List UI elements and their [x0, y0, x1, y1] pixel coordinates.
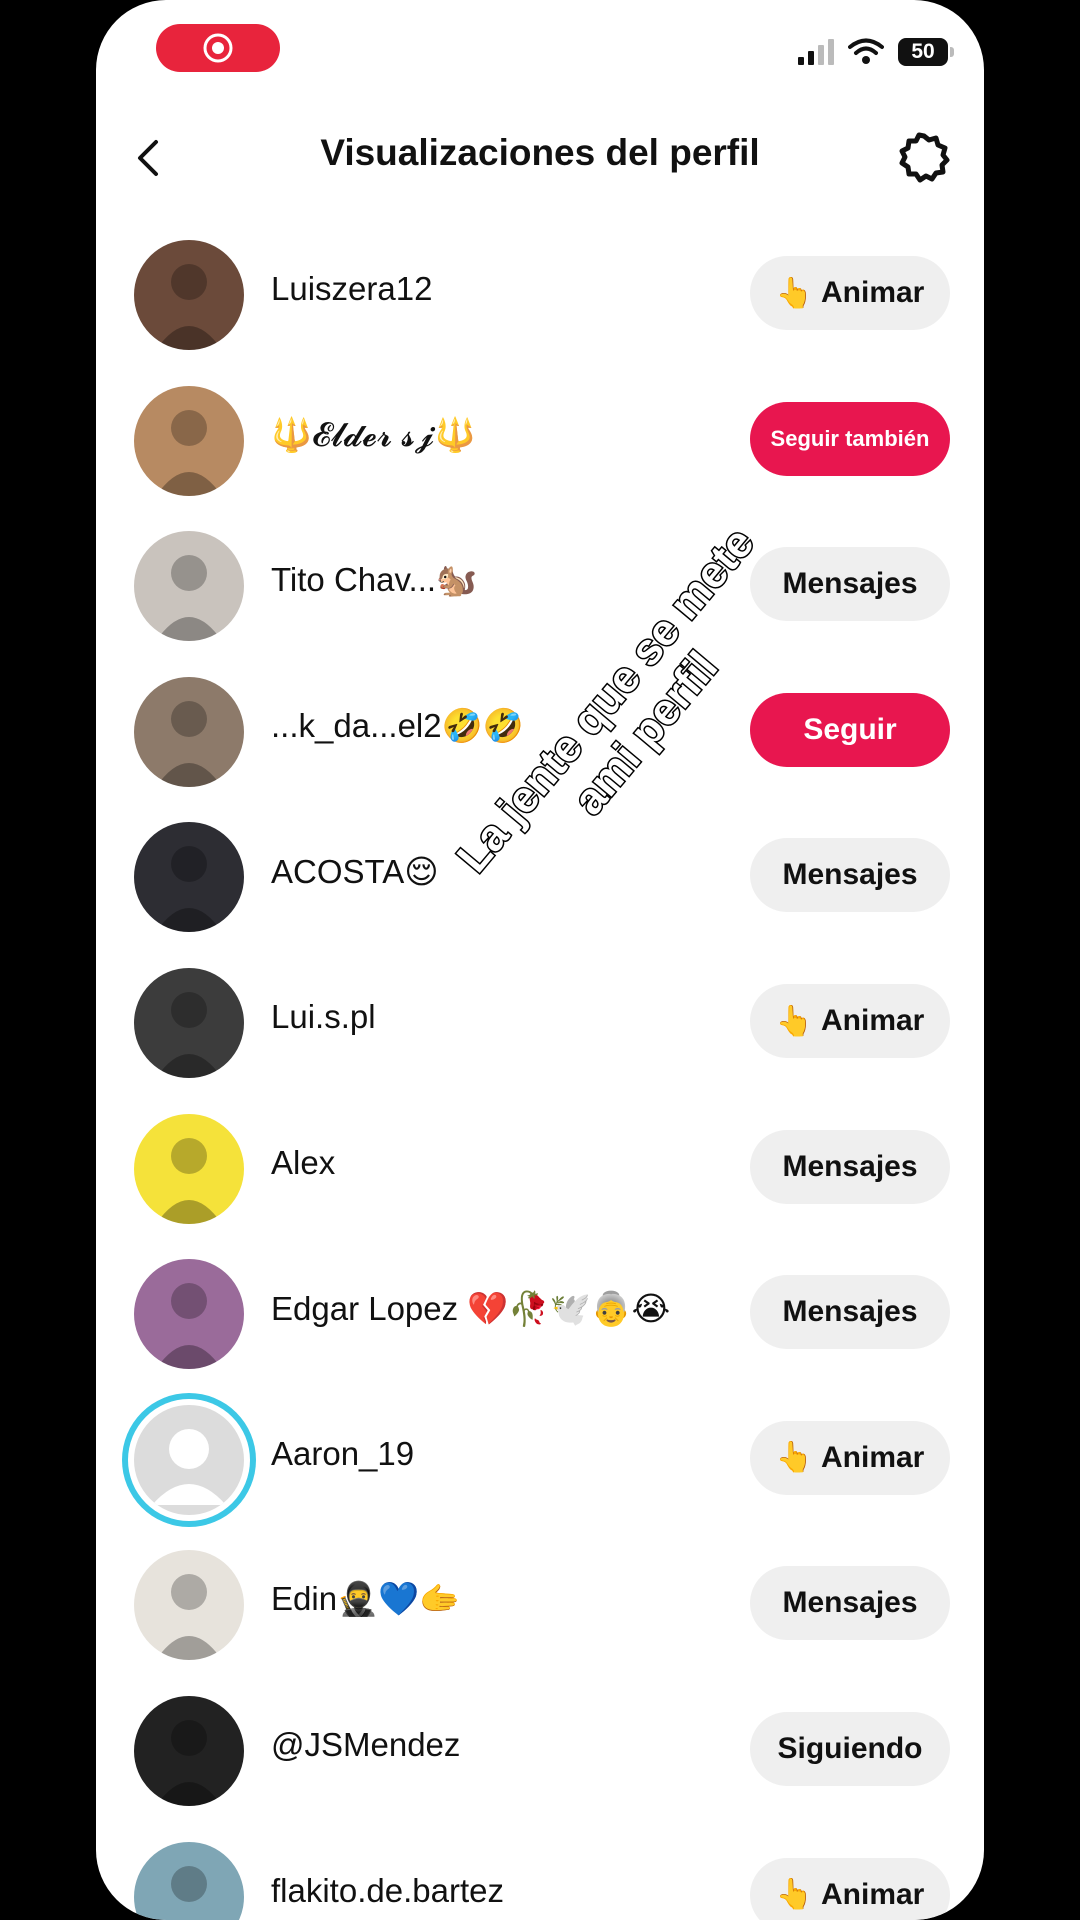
avatar[interactable]	[134, 1696, 244, 1806]
avatar[interactable]	[134, 1404, 244, 1515]
action-button[interactable]: 👆 Animar	[750, 256, 950, 330]
screen-recording-indicator[interactable]	[156, 24, 280, 72]
page-title: Visualizaciones del perfil	[320, 132, 760, 173]
action-button-label: Animar	[821, 1877, 925, 1911]
profile-photo-icon	[171, 1865, 207, 1902]
avatar[interactable]	[134, 1550, 244, 1661]
action-button-label: Seguir también	[770, 425, 930, 451]
profile-photo-icon	[156, 1574, 222, 1661]
username[interactable]: Luiszera12	[271, 270, 432, 308]
action-button-label: Mensajes	[782, 1295, 918, 1329]
signal-icon	[798, 39, 834, 65]
avatar[interactable]	[134, 531, 244, 642]
username[interactable]: flakito.de.bartez	[271, 1872, 504, 1910]
action-button-label: Animar	[821, 1004, 925, 1037]
profile-photo-icon	[156, 264, 222, 350]
action-button[interactable]: Mensajes	[750, 1275, 950, 1350]
action-button-label: Siguiendo	[777, 1732, 923, 1765]
avatar[interactable]	[134, 822, 244, 933]
username[interactable]: Edgar Lopez 💔🥀🕊️👵😭	[271, 1289, 670, 1329]
action-button[interactable]: Mensajes	[750, 1566, 950, 1641]
viewer-row[interactable]: Lui.s.pl 👆 Animar	[96, 950, 984, 1096]
username[interactable]: 🔱𝓔𝓵𝓭𝓮𝓻 𝓼𝓳🔱	[271, 416, 476, 455]
action-button-label: Mensajes	[782, 1586, 918, 1620]
action-button-label: Seguir	[803, 712, 897, 746]
username[interactable]: Edin🥷💙🫱	[271, 1580, 460, 1619]
profile-photo-icon	[156, 700, 222, 787]
action-button[interactable]: Siguiendo	[750, 1712, 950, 1786]
avatar[interactable]	[134, 968, 244, 1078]
action-button[interactable]: Mensajes	[750, 1129, 950, 1204]
profile-photo-icon	[156, 1283, 222, 1370]
default-avatar-icon	[152, 1428, 226, 1505]
action-button-label: Mensajes	[782, 1149, 918, 1183]
pointing-hand-icon: 👆	[775, 1441, 813, 1475]
viewer-row[interactable]: Edgar Lopez 💔🥀🕊️👵😭 Mensajes	[96, 1241, 984, 1387]
wifi-icon	[848, 38, 884, 64]
phone-screen: 50 Visualizaciones del perfil Luiszera12…	[96, 0, 984, 1920]
action-button-label: Animar	[821, 276, 925, 309]
pointing-hand-icon: 👆	[775, 1878, 813, 1912]
action-button[interactable]: 👆 Animar	[750, 1420, 950, 1495]
viewer-row[interactable]: Aaron_19 👆 Animar	[96, 1387, 984, 1533]
avatar[interactable]	[134, 676, 244, 787]
viewer-row[interactable]: Edin🥷💙🫱 Mensajes	[96, 1532, 984, 1678]
viewer-row[interactable]: flakito.de.bartez 👆 Animar	[96, 1824, 984, 1920]
avatar[interactable]	[134, 1259, 244, 1370]
pointing-hand-icon: 👆	[775, 276, 813, 310]
username[interactable]: @JSMendez	[271, 1726, 460, 1764]
viewer-row[interactable]: Luiszera12 👆 Animar	[96, 222, 984, 368]
viewer-row[interactable]: @JSMendez Siguiendo	[96, 1678, 984, 1824]
profile-photo-icon	[156, 992, 222, 1078]
profile-photo-icon	[156, 555, 222, 642]
action-button[interactable]: 👆 Animar	[750, 984, 950, 1058]
record-icon	[203, 33, 233, 63]
username[interactable]: Lui.s.pl	[271, 998, 376, 1036]
status-icons: 50	[798, 38, 954, 66]
profile-photo-icon	[156, 1720, 222, 1806]
battery-level: 50	[911, 40, 935, 63]
battery-icon: 50	[898, 38, 954, 66]
username[interactable]: Aaron_19	[271, 1435, 414, 1473]
action-button[interactable]: Mensajes	[750, 838, 950, 913]
username[interactable]: Alex	[271, 1144, 335, 1182]
action-button[interactable]: Seguir también	[750, 401, 950, 476]
avatar[interactable]	[134, 1113, 244, 1224]
profile-photo-icon	[156, 1137, 222, 1224]
action-button[interactable]: 👆 Animar	[750, 1857, 950, 1920]
profile-photo-icon	[156, 409, 222, 496]
viewer-row[interactable]: Tito Chav...🐿️ Mensajes	[96, 513, 984, 659]
username[interactable]: ...k_da...el2🤣🤣	[271, 707, 524, 746]
avatar[interactable]	[134, 1841, 244, 1920]
username[interactable]: ACOSTA😌	[271, 852, 439, 891]
avatar[interactable]	[134, 240, 244, 350]
viewer-row[interactable]: 🔱𝓔𝓵𝓭𝓮𝓻 𝓼𝓳🔱 Seguir también	[96, 368, 984, 514]
username[interactable]: Tito Chav...🐿️	[271, 561, 477, 600]
viewer-row[interactable]: Alex Mensajes	[96, 1096, 984, 1242]
action-button-label: Animar	[821, 1440, 925, 1474]
settings-gear-icon[interactable]	[896, 130, 952, 186]
avatar[interactable]	[134, 385, 244, 496]
action-button-label: Mensajes	[782, 858, 918, 892]
profile-photo-icon	[156, 846, 222, 933]
pointing-hand-icon: 👆	[775, 1004, 813, 1038]
action-button[interactable]: Seguir	[750, 692, 950, 767]
